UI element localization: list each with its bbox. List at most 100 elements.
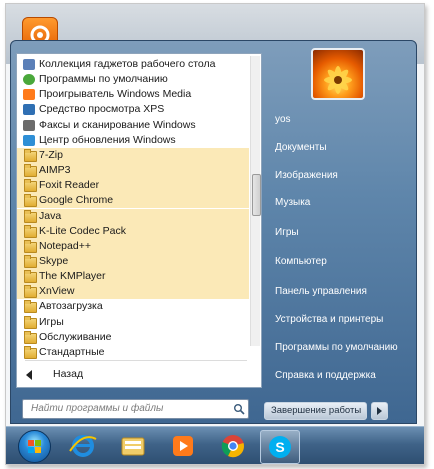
folder-icon: [24, 270, 37, 284]
internet-explorer-icon: [69, 435, 97, 457]
folder-icon: [24, 300, 37, 314]
program-item[interactable]: Игры: [17, 315, 249, 330]
default-programs-icon: [23, 74, 35, 86]
skype-icon: S: [269, 436, 291, 458]
shutdown-label: Завершение работы: [271, 405, 362, 416]
music-link[interactable]: Музыка: [275, 197, 310, 208]
program-item[interactable]: Средство просмотра XPS: [17, 102, 249, 117]
program-item[interactable]: The KMPlayer: [17, 269, 249, 285]
program-item[interactable]: Foxit Reader: [17, 178, 249, 194]
program-label: K-Lite Codec Pack: [39, 224, 126, 237]
folder-icon: [24, 254, 37, 268]
folder-icon: [24, 148, 37, 162]
games-link[interactable]: Игры: [275, 227, 299, 238]
windows-logo-icon: [28, 440, 41, 453]
program-label: XnView: [39, 285, 75, 298]
folder-icon: [24, 194, 37, 208]
taskbar-file-explorer[interactable]: [114, 430, 152, 462]
program-label: Проигрыватель Windows Media: [39, 88, 192, 101]
folder-icon: [24, 315, 37, 329]
fax-scan-icon: [23, 119, 35, 131]
program-label: Обслуживание: [39, 330, 112, 343]
back-arrow-icon: [26, 370, 32, 380]
search-icon[interactable]: [233, 403, 245, 415]
shutdown-button[interactable]: Завершение работы: [264, 402, 367, 420]
chevron-right-icon: [377, 407, 382, 415]
documents-link[interactable]: Документы: [275, 142, 327, 153]
program-item[interactable]: Проигрыватель Windows Media: [17, 87, 249, 102]
program-label: Java: [39, 209, 62, 222]
program-label: Центр обновления Windows: [39, 133, 176, 146]
computer-link[interactable]: Компьютер: [275, 256, 327, 267]
xps-viewer-icon: [23, 104, 35, 116]
program-item[interactable]: AIMP3: [17, 163, 249, 179]
taskbar-windows-media-player[interactable]: [164, 430, 202, 462]
taskbar-chrome[interactable]: [214, 430, 252, 462]
program-label: AIMP3: [39, 164, 71, 177]
taskbar: S: [6, 426, 424, 464]
program-label: Notepad++: [39, 239, 91, 252]
control-panel-link[interactable]: Панель управления: [275, 286, 367, 297]
program-label: Foxit Reader: [39, 179, 100, 192]
default-programs-link[interactable]: Программы по умолчанию: [275, 342, 398, 353]
folder-icon: [24, 179, 37, 193]
gadgets-icon: [23, 59, 35, 70]
user-name-link[interactable]: yos: [275, 114, 291, 125]
folder-icon: [24, 164, 37, 178]
windows-update-icon: [23, 134, 35, 146]
program-item[interactable]: Факсы и сканирование Windows: [17, 118, 249, 133]
windows-media-player-icon: [23, 89, 35, 101]
svg-text:S: S: [275, 439, 284, 455]
program-label: Игры: [39, 315, 64, 328]
program-label: The KMPlayer: [39, 270, 106, 283]
program-item[interactable]: Notepad++: [17, 238, 249, 254]
program-item[interactable]: Обслуживание: [17, 330, 249, 345]
folder-icon: [24, 285, 37, 299]
program-item[interactable]: XnView: [17, 284, 249, 300]
program-item[interactable]: K-Lite Codec Pack: [17, 223, 249, 239]
back-button[interactable]: Назад: [17, 367, 249, 383]
file-explorer-icon: [121, 437, 145, 456]
user-avatar[interactable]: [311, 48, 365, 100]
folder-icon: [24, 209, 37, 223]
program-item[interactable]: Стандартные: [17, 345, 249, 360]
program-label: Skype: [39, 254, 69, 267]
separator: [25, 360, 247, 361]
program-label: Средство просмотра XPS: [39, 103, 165, 116]
program-label: Программы по умолчанию: [39, 73, 168, 86]
program-list-scrollbar[interactable]: [250, 56, 261, 346]
start-button[interactable]: [18, 430, 51, 463]
screenshot-frame: Коллекция гаджетов рабочего стола Програм…: [5, 3, 425, 465]
program-item[interactable]: 7-Zip: [17, 147, 249, 163]
folder-icon: [24, 345, 37, 359]
folder-icon: [24, 239, 37, 253]
program-label: Google Chrome: [39, 194, 114, 207]
search-placeholder: Найти программы и файлы: [31, 403, 164, 414]
program-label: Факсы и сканирование Windows: [39, 118, 196, 131]
program-label: Коллекция гаджетов рабочего стола: [39, 58, 216, 70]
back-label: Назад: [53, 368, 84, 380]
program-item[interactable]: Java: [17, 208, 249, 224]
program-label: 7-Zip: [39, 148, 63, 161]
program-label: Автозагрузка: [39, 300, 103, 313]
program-item[interactable]: Skype: [17, 253, 249, 269]
program-item[interactable]: Автозагрузка: [17, 299, 249, 314]
program-item[interactable]: Центр обновления Windows: [17, 133, 249, 148]
pictures-link[interactable]: Изображения: [275, 170, 338, 181]
search-input[interactable]: Найти программы и файлы: [22, 399, 249, 419]
program-item[interactable]: Коллекция гаджетов рабочего стола: [17, 57, 249, 72]
devices-printers-link[interactable]: Устройства и принтеры: [275, 314, 383, 325]
program-item[interactable]: Программы по умолчанию: [17, 72, 249, 87]
folder-icon: [24, 330, 37, 344]
shutdown-options-button[interactable]: [371, 402, 388, 420]
taskbar-skype[interactable]: S: [260, 430, 300, 464]
chrome-icon: [221, 435, 244, 458]
windows-media-player-icon: [173, 436, 193, 456]
program-item[interactable]: Google Chrome: [17, 193, 249, 209]
taskbar-internet-explorer[interactable]: [64, 430, 102, 462]
help-support-link[interactable]: Справка и поддержка: [275, 370, 376, 381]
scrollbar-thumb[interactable]: [252, 174, 261, 216]
program-label: Стандартные: [39, 345, 105, 358]
all-programs-pane: Коллекция гаджетов рабочего стола Програм…: [16, 53, 262, 388]
folder-icon: [24, 224, 37, 238]
